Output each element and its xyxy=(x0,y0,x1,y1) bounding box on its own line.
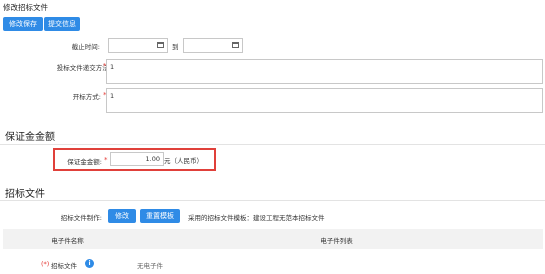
section-divider xyxy=(0,200,545,201)
save-button[interactable]: 修改保存 xyxy=(3,17,43,31)
section-divider xyxy=(0,144,545,145)
deposit-label: 保证金金额: xyxy=(67,158,102,166)
delivery-method-value: 1 xyxy=(110,63,115,71)
table-header-files: 电子件列表 xyxy=(320,237,353,245)
bid-opening-label: 开标方式: xyxy=(72,93,101,101)
bid-deadline-label: 截止时间: xyxy=(71,43,100,51)
deadline-start-input[interactable] xyxy=(108,38,168,53)
info-icon[interactable]: i xyxy=(85,259,94,268)
bid-opening-value: 1 xyxy=(110,92,115,100)
template-info: 采用的招标文件模板：建设工程无范本招标文件 xyxy=(188,214,325,222)
bid-docs-section-title: 招标文件 xyxy=(5,189,45,200)
calendar-icon[interactable] xyxy=(157,42,164,48)
deadline-end-input[interactable] xyxy=(183,38,243,53)
reset-template-button[interactable]: 重置模板 xyxy=(140,209,180,223)
attachment-files: 无电子件 xyxy=(137,262,163,270)
required-marker: (*) xyxy=(41,260,50,268)
bid-docs-make-label: 招标文件制作: xyxy=(60,214,102,222)
deposit-amount-input[interactable]: 1.00 xyxy=(110,152,164,166)
modify-button[interactable]: 修改 xyxy=(108,209,136,223)
table-header-name: 电子件名称 xyxy=(51,237,84,245)
submit-button[interactable]: 提交信息 xyxy=(44,17,80,31)
deposit-amount-value: 1.00 xyxy=(145,155,160,163)
delivery-method-textarea[interactable]: 1 xyxy=(106,59,543,84)
bid-opening-textarea[interactable]: 1 xyxy=(106,88,543,113)
page-title: 修改招标文件 xyxy=(3,3,48,12)
table-row: (*) 招标文件 i 无电子件 xyxy=(3,253,543,274)
deadline-to-label: 到 xyxy=(172,43,179,51)
calendar-icon[interactable] xyxy=(232,42,239,48)
deposit-section-title: 保证金金额 xyxy=(5,132,55,143)
required-marker: * xyxy=(104,156,108,164)
deposit-unit: 元（人民币） xyxy=(164,157,203,165)
attachment-name: 招标文件 xyxy=(51,262,77,270)
